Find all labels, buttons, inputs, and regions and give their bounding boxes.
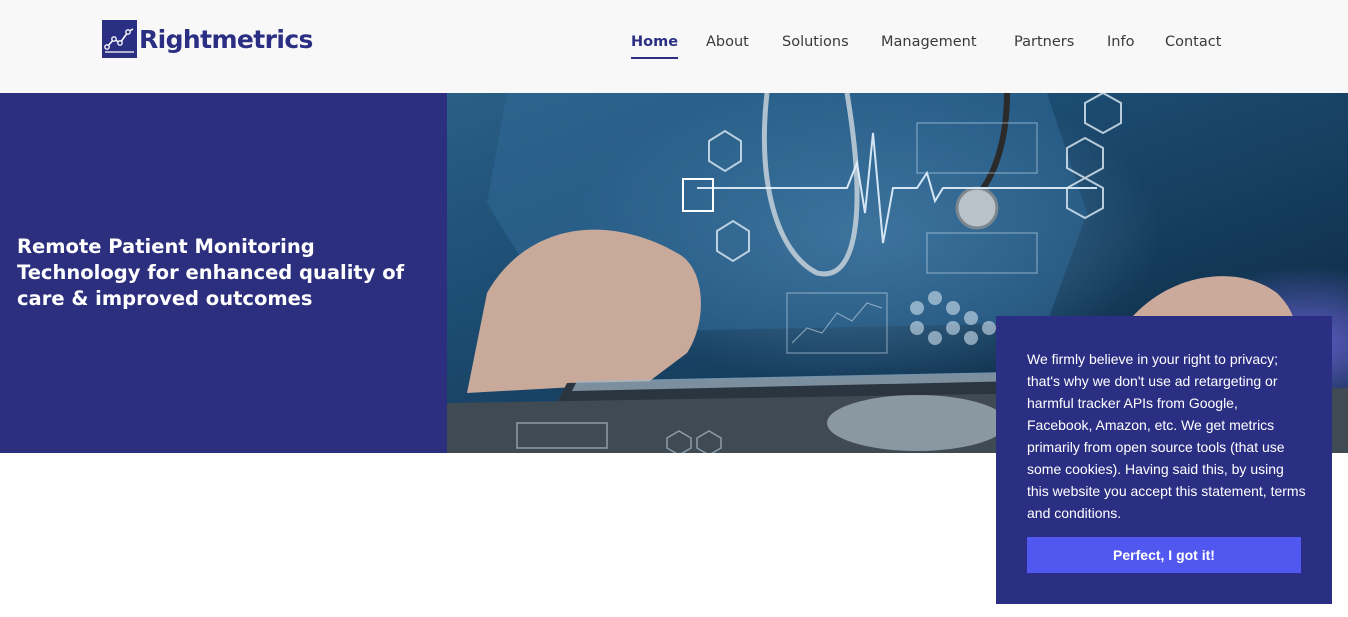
brand-name: Rightmetrics — [139, 24, 313, 54]
cookie-banner-text: We firmly believe in your right to priva… — [1027, 351, 1306, 521]
nav-item-home[interactable]: Home — [631, 32, 679, 59]
nav-item-management[interactable]: Management — [881, 32, 977, 59]
chart-line-icon — [102, 20, 137, 58]
nav-item-contact[interactable]: Contact — [1165, 32, 1221, 59]
site-header: Rightmetrics Home About Solutions Manage… — [0, 0, 1348, 93]
cookie-banner: We firmly believe in your right to priva… — [996, 316, 1332, 604]
brand-logo[interactable]: Rightmetrics — [102, 20, 313, 58]
nav-item-info[interactable]: Info — [1107, 32, 1134, 59]
nav-item-about[interactable]: About — [706, 32, 749, 59]
nav-item-solutions[interactable]: Solutions — [782, 32, 849, 59]
hero-panel: Remote Patient Monitoring Technology for… — [0, 93, 447, 453]
cookie-accept-button[interactable]: Perfect, I got it! — [1027, 537, 1301, 573]
hero-title: Remote Patient Monitoring Technology for… — [17, 235, 405, 310]
nav-item-partners[interactable]: Partners — [1014, 32, 1074, 59]
